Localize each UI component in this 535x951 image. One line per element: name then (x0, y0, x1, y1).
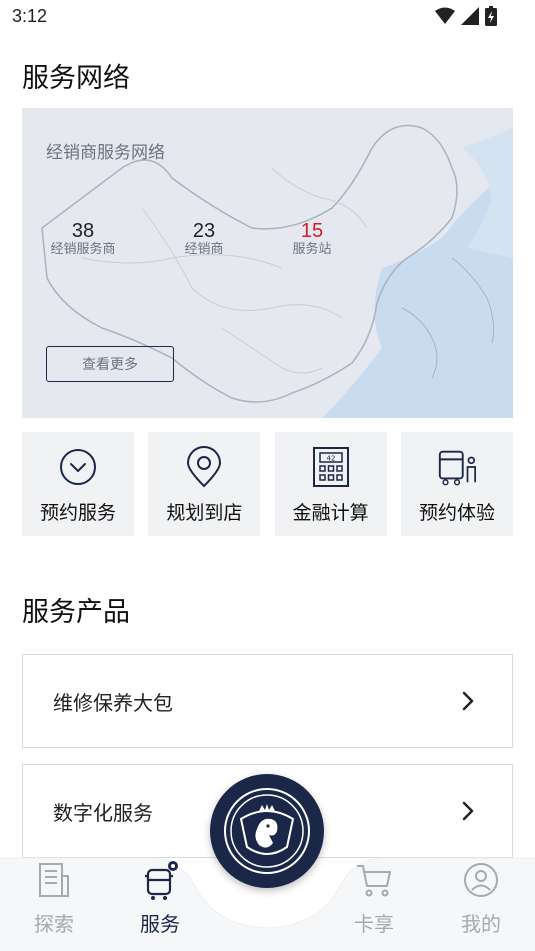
griffin-logo-icon (224, 788, 310, 874)
location-pin-icon (183, 446, 225, 488)
nav-item-mine[interactable]: 我的 (441, 860, 521, 937)
quick-action-book-experience[interactable]: 预约体验 (400, 432, 513, 536)
stat-dealer-service: 38 经销服务商 (46, 220, 120, 258)
chevron-right-icon (462, 691, 474, 711)
network-section-title: 服务网络 (22, 63, 130, 94)
calculator-icon: 42 (310, 446, 352, 488)
clock-icon (57, 446, 99, 488)
bus-person-icon (436, 446, 478, 488)
status-bar: 3:12 (0, 0, 535, 36)
stat-dealer: 23 经销商 (178, 220, 230, 258)
status-icons (435, 6, 497, 26)
truck-icon (120, 860, 200, 900)
signal-icon (461, 7, 479, 25)
center-brand-button[interactable] (210, 774, 324, 888)
quick-action-label: 规划到店 (166, 502, 243, 524)
products-section-title: 服务产品 (22, 597, 130, 628)
nav-label: 探索 (34, 912, 74, 936)
product-card-maintenance[interactable]: 维修保养大包 (22, 654, 513, 748)
quick-action-plan-visit[interactable]: 规划到店 (148, 432, 261, 536)
cart-icon (334, 860, 414, 900)
nav-label: 卡享 (354, 912, 394, 936)
view-more-button[interactable]: 查看更多 (46, 346, 174, 382)
quick-action-label: 预约体验 (418, 502, 495, 524)
stat-label: 服务站 (292, 242, 332, 257)
svg-text:42: 42 (326, 455, 335, 463)
stat-service-station: 15 服务站 (286, 220, 338, 258)
quick-actions: 预约服务 规划到店 42 金融计算 预约体验 (22, 432, 513, 536)
chevron-right-icon (462, 801, 474, 821)
map-label: 经销商服务网络 (46, 143, 165, 163)
quick-action-finance-calc[interactable]: 42 金融计算 (274, 432, 387, 536)
profile-icon (441, 860, 521, 900)
nav-item-service[interactable]: 服务 (120, 860, 200, 937)
status-time: 3:12 (12, 6, 48, 26)
stat-value: 38 (71, 220, 95, 242)
stat-label: 经销商 (184, 242, 224, 257)
quick-action-book-service[interactable]: 预约服务 (22, 432, 134, 536)
network-map-card[interactable]: 经销商服务网络 38 经销服务商 23 经销商 15 服务站 查看更多 (22, 108, 513, 418)
nav-label: 服务 (140, 912, 180, 936)
wifi-icon (435, 7, 455, 24)
document-icon (14, 860, 94, 900)
product-label: 数字化服务 (53, 801, 153, 825)
battery-icon (485, 6, 497, 26)
stat-value: 23 (192, 220, 216, 242)
product-label: 维修保养大包 (53, 691, 173, 715)
nav-label: 我的 (461, 912, 501, 936)
stat-label: 经销服务商 (50, 242, 116, 257)
nav-item-share[interactable]: 卡享 (334, 860, 414, 937)
quick-action-label: 预约服务 (39, 502, 116, 524)
stat-value: 15 (300, 220, 324, 242)
quick-action-label: 金融计算 (292, 502, 369, 524)
nav-item-explore[interactable]: 探索 (14, 860, 94, 937)
